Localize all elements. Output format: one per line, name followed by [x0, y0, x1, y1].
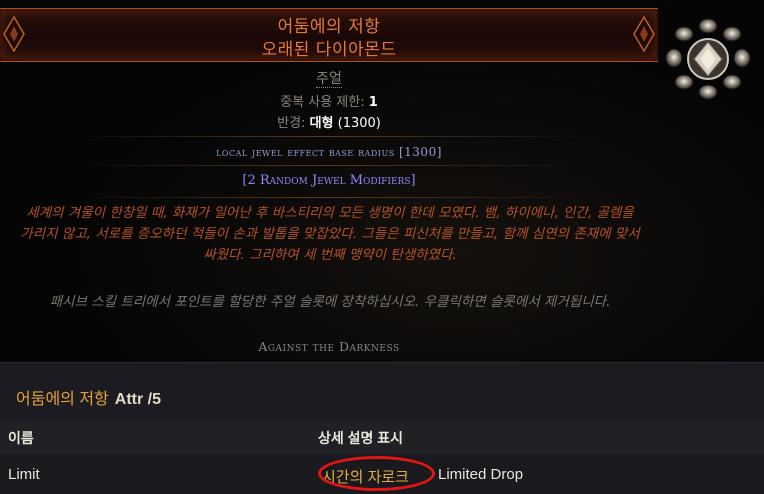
jewel-diamond-icon — [665, 18, 751, 100]
separator — [70, 197, 588, 198]
limit-label: 중복 사용 제한: — [280, 95, 365, 110]
separator — [70, 165, 588, 166]
panel-item-name: 어둠에의 저항 — [16, 391, 109, 408]
table-row: Limit 시간의 자로크 Limited Drop — [0, 455, 764, 494]
panel-title: 어둠에의 저항 Attr /5 — [16, 385, 161, 409]
item-tooltip: 어둠에의 저항 오래된 다이아몬드 주얼 중복 사용 제한: 1 반경: 대형 … — [0, 0, 764, 362]
column-name-header: 이름 — [8, 430, 34, 446]
attr-label: Attr /5 — [114, 391, 161, 408]
item-info-panel: 어둠에의 저항 Attr /5 이름 상세 설명 표시 Limit 시간의 자로크… — [0, 362, 764, 494]
radius-value: 대형 — [309, 116, 334, 131]
item-class: 주얼 — [316, 71, 342, 88]
row-detail-text: Limited Drop — [438, 466, 524, 483]
limit-value: 1 — [368, 95, 378, 110]
table-header: 이름 상세 설명 표시 — [0, 419, 764, 456]
radius-label: 반경: — [277, 116, 306, 131]
row-name-cell: Limit — [8, 466, 40, 483]
flavour-text: 세계의 겨울이 한창일 때, 화재가 일어난 후 바스티리의 모든 생명이 한데… — [20, 205, 640, 263]
radius-property: 반경: 대형 (1300) — [0, 112, 658, 131]
tooltip-header: 어둠에의 저항 오래된 다이아몬드 — [0, 8, 658, 62]
row-gold-text[interactable]: 시간의 자로크 — [322, 466, 409, 487]
limit-property: 중복 사용 제한: 1 — [0, 91, 658, 110]
unique-source-text: Against the Darkness — [258, 339, 400, 354]
item-base-type: 오래된 다이아몬드 — [261, 40, 397, 60]
item-name: 어둠에의 저항 — [277, 17, 381, 37]
help-text: 패시브 스킬 트리에서 포인트를 할당한 주얼 슬롯에 장착하십시오. 우클릭하… — [49, 294, 611, 310]
explicit-mod: [2 Random Jewel Modifiers] — [242, 173, 416, 188]
column-detail-header[interactable]: 상세 설명 표시 — [318, 428, 403, 448]
implicit-mod: local jewel effect base radius [1300] — [216, 145, 442, 159]
separator — [70, 136, 588, 137]
radius-number: (1300) — [337, 116, 381, 131]
